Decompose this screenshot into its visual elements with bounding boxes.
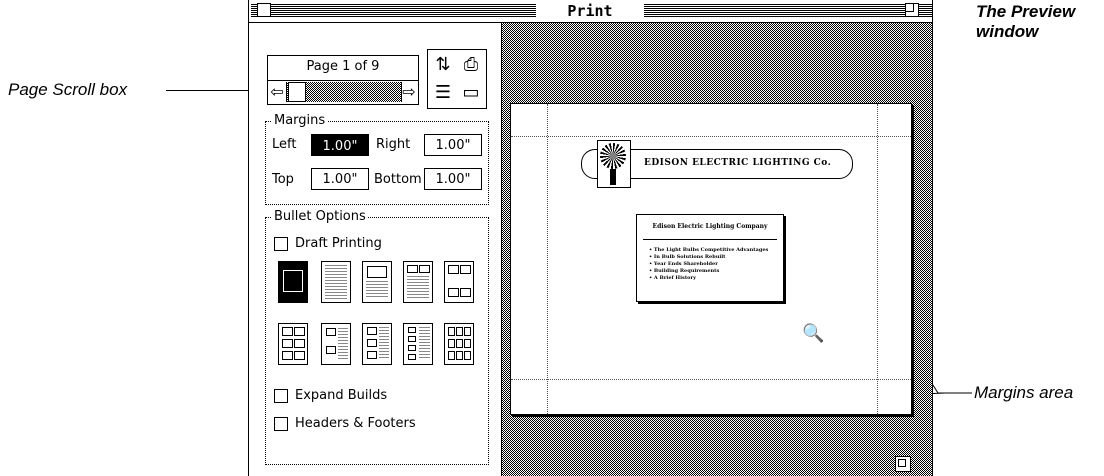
margin-top-label: Top [272,172,294,187]
expand-builds-label[interactable]: Expand Builds [295,388,387,403]
headers-footers-checkbox[interactable] [274,417,288,431]
options-panel: Page 1 of 9 ⇦ ⇨ ⇅ ⎙ ☰ ▭ Margins Left 1.0… [249,23,502,476]
layout-option-handout-three[interactable] [362,323,392,365]
layout-option-nine-up[interactable] [444,323,474,365]
margin-guide-top [511,136,911,137]
layout-option-six-up[interactable] [278,323,308,365]
preview-page[interactable]: EDISON ELECTRIC LIGHTING Co. Edison Elec… [510,103,912,415]
slide-bullet: • Building Requirements [649,268,720,274]
page-indicator: Page 1 of 9 [306,59,380,74]
margin-right-field[interactable]: 1.00" [424,134,482,156]
print-options-window: Print Options Page 1 of 9 ⇦ ⇨ ⇅ ⎙ ☰ ▭ Ma… [248,0,933,476]
slide-thumbnail: Edison Electric Lighting Company • The L… [636,214,784,302]
margin-left-field[interactable]: 1.00" [311,134,369,156]
callout-preview-window-line1: The Preview [976,2,1076,21]
layout-option-two-column[interactable] [403,261,433,303]
layout-option-notes[interactable] [321,261,351,303]
bullet-options-title: Bullet Options [272,209,368,224]
margin-top-field[interactable]: 1.00" [311,168,369,190]
expand-builds-checkbox[interactable] [274,389,288,403]
slide-bullets: • The Light Bulbs Competitive Advantages… [649,247,768,282]
slide-bullet: • Year Ends Shareholder [649,261,718,267]
draft-printing-label[interactable]: Draft Printing [295,236,382,251]
scroll-left-arrow-icon[interactable]: ⇦ [269,83,285,101]
outline-icon[interactable]: ☰ [430,80,456,106]
layout-option-four-up[interactable] [444,261,474,303]
margin-left-value: 1.00" [322,139,358,154]
scroll-right-arrow-icon[interactable]: ⇨ [401,83,417,101]
layout-option-handout-four[interactable] [403,323,433,365]
title-bar[interactable]: Print Options [249,0,932,40]
margin-guide-left [547,104,548,414]
light-bulb-icon [597,140,631,188]
slide-title: Edison Electric Lighting Company [652,223,768,230]
margin-guide-bottom [511,379,911,380]
view-tool-buttons: ⇅ ⎙ ☰ ▭ [427,49,487,109]
bullet-options-group: Bullet Options Draft Printing Expand Bui… [265,209,489,465]
headers-footers-label[interactable]: Headers & Footers [295,416,416,431]
layout-option-handout-two[interactable] [321,323,351,365]
callout-page-scroll-box: Page Scroll box [8,80,128,99]
margins-group-title: Margins [272,113,328,128]
margin-bottom-label: Bottom [374,172,422,187]
margin-right-label: Right [376,137,411,152]
logo-text: EDISON ELECTRIC LIGHTING Co. [644,158,832,168]
margin-bottom-field[interactable]: 1.00" [424,168,482,190]
window-title: Print Options [536,1,644,40]
slide-bullet: • In Bulb Solutions Rebuilt [649,254,726,260]
close-box-icon[interactable] [257,3,271,17]
margins-group: Margins Left 1.00" Right 1.00" Top 1.00"… [265,113,489,205]
layout-option-full-slide[interactable] [278,261,308,303]
draft-printing-checkbox[interactable] [274,237,288,251]
slide-title-rule [643,239,777,240]
margin-left-label: Left [272,137,297,152]
layout-option-slide-notes[interactable] [362,261,392,303]
scroll-thumb[interactable] [288,82,306,102]
grow-box-icon[interactable] [895,456,911,472]
zoom-box-icon[interactable] [905,3,919,17]
print-icon[interactable]: ⎙ [458,52,484,78]
slide-bullet: • A Brief History [649,275,697,281]
callout-margins-area: Margins area [974,383,1074,402]
layout-icon[interactable]: ▭ [458,80,484,106]
fit-page-icon[interactable]: ⇅ [430,52,456,78]
slide-bullet: • The Light Bulbs Competitive Advantages [649,247,769,253]
margin-guide-right [877,104,878,414]
preview-area[interactable]: EDISON ELECTRIC LIGHTING Co. Edison Elec… [502,23,932,476]
page-scroll-box: Page 1 of 9 ⇦ ⇨ [267,55,419,105]
callout-preview-window-line2: window [976,22,1039,41]
zoom-in-magnifier-icon[interactable]: 🔍 [802,324,824,344]
page-scrollbar[interactable]: ⇦ ⇨ [268,80,418,103]
